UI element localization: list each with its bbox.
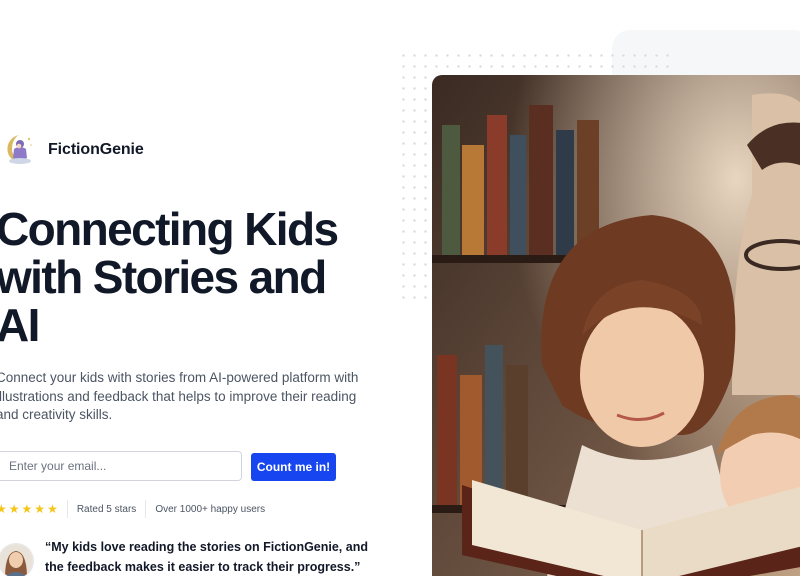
landing-page: FictionGenie Connecting Kids with Storie…	[0, 0, 800, 576]
brand[interactable]: FictionGenie	[0, 131, 144, 169]
rating-row: ★ ★ ★ ★ ★ Rated 5 stars Over 1000+ happy…	[0, 500, 265, 518]
genie-lamp-logo-icon	[7, 135, 32, 164]
divider	[66, 500, 68, 518]
headline-line: AI	[0, 299, 40, 351]
star-icon: ★	[47, 502, 58, 516]
star-icon: ★	[21, 502, 33, 516]
star-icon: ★	[8, 502, 20, 516]
avatar-image	[0, 544, 33, 576]
star-icon: ★	[0, 502, 7, 516]
mother-reading-to-child-illustration	[432, 75, 800, 576]
email-input[interactable]	[0, 451, 242, 481]
rated-label: Rated 5 stars	[76, 503, 137, 515]
divider	[145, 500, 147, 518]
headline-line: Connecting Kids	[0, 203, 339, 255]
testimonial-avatar	[0, 543, 34, 576]
headline-line: with Stories and	[0, 251, 327, 303]
testimonial-quote: “My kids love reading the stories on Fic…	[45, 540, 368, 574]
star-icon: ★	[34, 502, 46, 516]
count-me-in-button[interactable]: Count me in!	[251, 453, 336, 481]
star-rating: ★ ★ ★ ★ ★	[0, 503, 58, 515]
users-label: Over 1000+ happy users	[155, 503, 266, 515]
hero-headline: Connecting Kids with Stories and AI	[0, 206, 396, 350]
hero-subtitle: Connect your kids with stories from AI-p…	[0, 370, 359, 423]
hero-image	[432, 75, 800, 576]
brand-name: FictionGenie	[48, 141, 144, 158]
